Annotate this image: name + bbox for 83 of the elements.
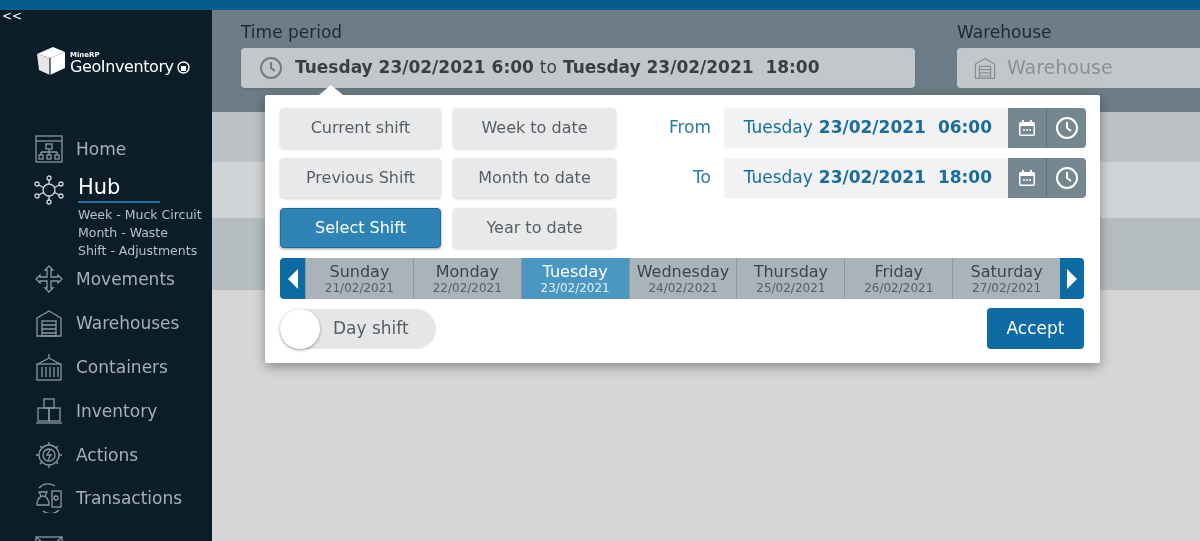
- clock-icon: [1054, 166, 1079, 190]
- day-tab[interactable]: Tuesday 23/02/2021: [520, 258, 629, 299]
- nav-item[interactable]: Actions: [76, 440, 139, 470]
- preset-button[interactable]: Month to date: [453, 158, 616, 198]
- previous-week-button[interactable]: [280, 258, 305, 299]
- clock-icon: [259, 55, 283, 80]
- preset-button[interactable]: Current shift: [280, 108, 441, 148]
- day-name: Monday: [435, 263, 499, 280]
- day-name: Tuesday: [542, 263, 608, 280]
- warehouse-icon: [34, 308, 64, 338]
- calendar-icon: [1017, 168, 1037, 188]
- right-triangle-icon: [1067, 268, 1077, 289]
- day-tab[interactable]: Monday 22/02/2021: [412, 258, 521, 299]
- range-end: Tuesday 23/02/2021 18:00: [562, 55, 820, 79]
- time-text: 06:00: [937, 116, 992, 140]
- day-name: Wednesday: [636, 263, 730, 280]
- time-text: 18:00: [937, 166, 992, 190]
- preset-button[interactable]: Year to date: [453, 208, 616, 248]
- calendar-button[interactable]: [1008, 108, 1047, 148]
- day-text: Tuesday: [743, 166, 813, 190]
- field-label: Time period: [241, 21, 344, 44]
- nav-item[interactable]: Movements: [76, 264, 175, 294]
- home-icon: [34, 134, 64, 164]
- boxes-icon: [34, 396, 64, 426]
- collapse-button[interactable]: <<: [2, 10, 23, 22]
- nav-item[interactable]: Warehouses: [76, 308, 180, 338]
- date-time-field[interactable]: Tuesday 23/02/2021 06:00: [724, 108, 1008, 148]
- next-week-button[interactable]: [1060, 258, 1084, 299]
- preset-button[interactable]: Week to date: [453, 108, 616, 148]
- day-date: 21/02/2021: [324, 281, 394, 294]
- field-label: Warehouse: [957, 21, 1053, 44]
- day-date: 25/02/2021: [756, 281, 826, 294]
- transfer-icon: [34, 483, 64, 513]
- day-tab[interactable]: Saturday 27/02/2021: [952, 258, 1060, 299]
- day-tab[interactable]: Thursday 25/02/2021: [736, 258, 845, 299]
- nav-item[interactable]: Home: [76, 134, 127, 164]
- range-label: From: [667, 116, 712, 140]
- gear-icon: [34, 440, 64, 470]
- preset-button[interactable]: Previous Shift: [280, 158, 441, 198]
- date-text: 23/02/2021: [818, 116, 926, 140]
- range-start: Tuesday 23/02/2021 6:00: [295, 55, 534, 79]
- nav-item[interactable]: Inventory: [76, 396, 158, 426]
- day-name: Friday: [874, 263, 923, 280]
- day-name: Saturday: [970, 263, 1043, 280]
- field-placeholder: Warehouse: [1007, 55, 1113, 81]
- day-date: 22/02/2021: [432, 281, 502, 294]
- day-tab[interactable]: Wednesday 24/02/2021: [628, 258, 737, 299]
- network-icon: [34, 175, 64, 205]
- day-date: 24/02/2021: [648, 281, 718, 294]
- calendar-button[interactable]: [1008, 158, 1047, 198]
- day-shift-toggle[interactable]: Day shift: [280, 308, 436, 349]
- preset-button[interactable]: Select Shift: [280, 208, 441, 248]
- day-date: 27/02/2021: [972, 281, 1042, 294]
- nav-item[interactable]: Containers: [76, 352, 168, 382]
- nav-subitem[interactable]: Month - Waste: [78, 224, 202, 242]
- nav-subitem[interactable]: Week - Muck Circuit: [78, 206, 202, 224]
- date-time-field[interactable]: Tuesday 23/02/2021 18:00: [724, 158, 1008, 198]
- day-name: Sunday: [329, 263, 390, 280]
- day-name: Thursday: [753, 263, 829, 280]
- range-joiner: to: [539, 55, 557, 79]
- left-triangle-icon: [287, 268, 298, 289]
- date-text: 23/02/2021: [818, 166, 926, 190]
- clock-button[interactable]: [1047, 158, 1086, 198]
- time-period-field[interactable]: Tuesday 23/02/2021 6:00 to Tuesday 23/02/2021 18:00: [241, 47, 915, 88]
- day-date: 26/02/2021: [864, 281, 934, 294]
- clock-button[interactable]: [1047, 108, 1086, 148]
- range-label: To: [692, 166, 712, 190]
- warehouse-icon: [973, 55, 997, 80]
- cube-logo-icon: [34, 44, 67, 77]
- nav-item[interactable]: Transactions: [76, 483, 183, 513]
- container-icon: [34, 352, 64, 382]
- day-date: 23/02/2021: [540, 281, 610, 294]
- day-text: Tuesday: [743, 116, 813, 140]
- nav-item[interactable]: Hub: [78, 173, 160, 203]
- globe-icon: [176, 60, 190, 74]
- accept-button[interactable]: Accept: [987, 308, 1084, 349]
- clock-icon: [1054, 116, 1079, 140]
- nav-subitem[interactable]: Shift - Adjustments: [78, 242, 202, 260]
- move-arrows-icon: [34, 264, 64, 294]
- product-name: GeoInventory: [70, 59, 174, 75]
- day-tab[interactable]: Friday 26/02/2021: [844, 258, 953, 299]
- day-tab[interactable]: Sunday 21/02/2021: [305, 258, 413, 299]
- calendar-icon: [1017, 118, 1037, 138]
